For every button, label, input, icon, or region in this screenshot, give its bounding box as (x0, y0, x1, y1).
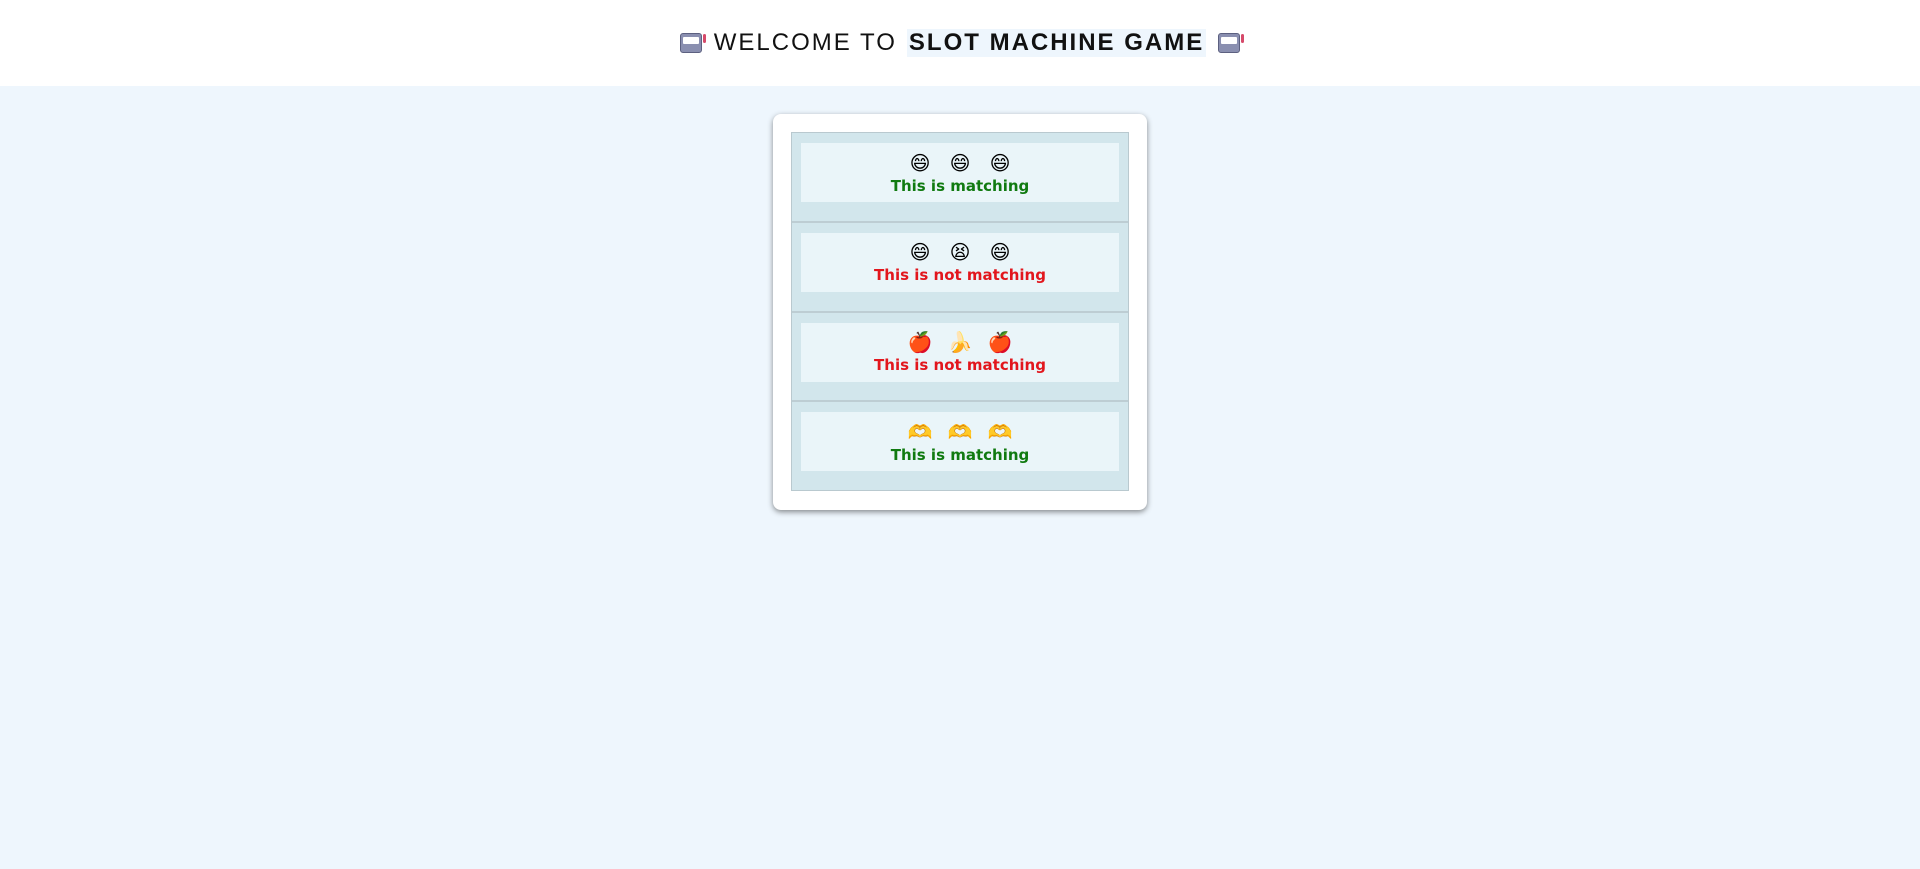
slot-symbol: 🫶 (907, 419, 933, 444)
slot-rows-container: 😄 😄 😄 This is matching 😄 😫 😄 This is not… (791, 132, 1129, 491)
slot-row-panel: 🍎 🍌 🍎 This is not matching (801, 322, 1119, 382)
match-result-text: This is not matching (874, 266, 1046, 285)
slot-machine-icon (1218, 33, 1245, 53)
slot-row: 🫶 🫶 🫶 This is matching (792, 402, 1128, 492)
slot-row-panel: 😄 😫 😄 This is not matching (801, 232, 1119, 292)
page-title: WELCOME TO SLOT MACHINE GAME (668, 29, 1252, 57)
slot-symbols: 🍎 🍌 🍎 (907, 330, 1013, 354)
match-result-text: This is matching (890, 445, 1030, 464)
slot-row: 😄 😄 😄 This is matching (792, 133, 1128, 223)
slot-row: 🍎 🍌 🍎 This is not matching (792, 313, 1128, 403)
slot-symbols: 😄 😫 😄 (907, 240, 1013, 264)
slot-row-panel: 🫶 🫶 🫶 This is matching (801, 412, 1119, 472)
slot-symbol: 😄 (989, 150, 1011, 175)
title-prefix: WELCOME TO (713, 29, 897, 56)
slot-symbols: 😄 😄 😄 (907, 151, 1013, 175)
slot-machine-icon (679, 33, 706, 53)
slot-symbol: 🫶 (987, 419, 1013, 444)
slot-symbol: 😄 (909, 150, 931, 175)
slot-symbol: 🍎 (987, 330, 1013, 354)
slot-machine-card: 😄 😄 😄 This is matching 😄 😫 😄 This is not… (773, 114, 1147, 510)
slot-symbol: 🍎 (907, 330, 933, 354)
slot-row: 😄 😫 😄 This is not matching (792, 223, 1128, 313)
slot-symbol: 🍌 (947, 330, 973, 354)
slot-row-panel: 😄 😄 😄 This is matching (801, 143, 1119, 202)
slot-symbol: 😄 (909, 240, 931, 265)
page-header: WELCOME TO SLOT MACHINE GAME (0, 0, 1920, 86)
match-result-text: This is not matching (874, 356, 1046, 374)
slot-symbol: 😫 (949, 240, 971, 265)
match-result-text: This is matching (890, 176, 1030, 195)
slot-symbol: 😄 (949, 150, 971, 175)
title-game-name: SLOT MACHINE GAME (906, 29, 1207, 57)
slot-symbol: 🫶 (947, 419, 973, 444)
slot-symbol: 😄 (989, 240, 1011, 265)
slot-symbols: 🫶 🫶 🫶 (907, 420, 1013, 444)
